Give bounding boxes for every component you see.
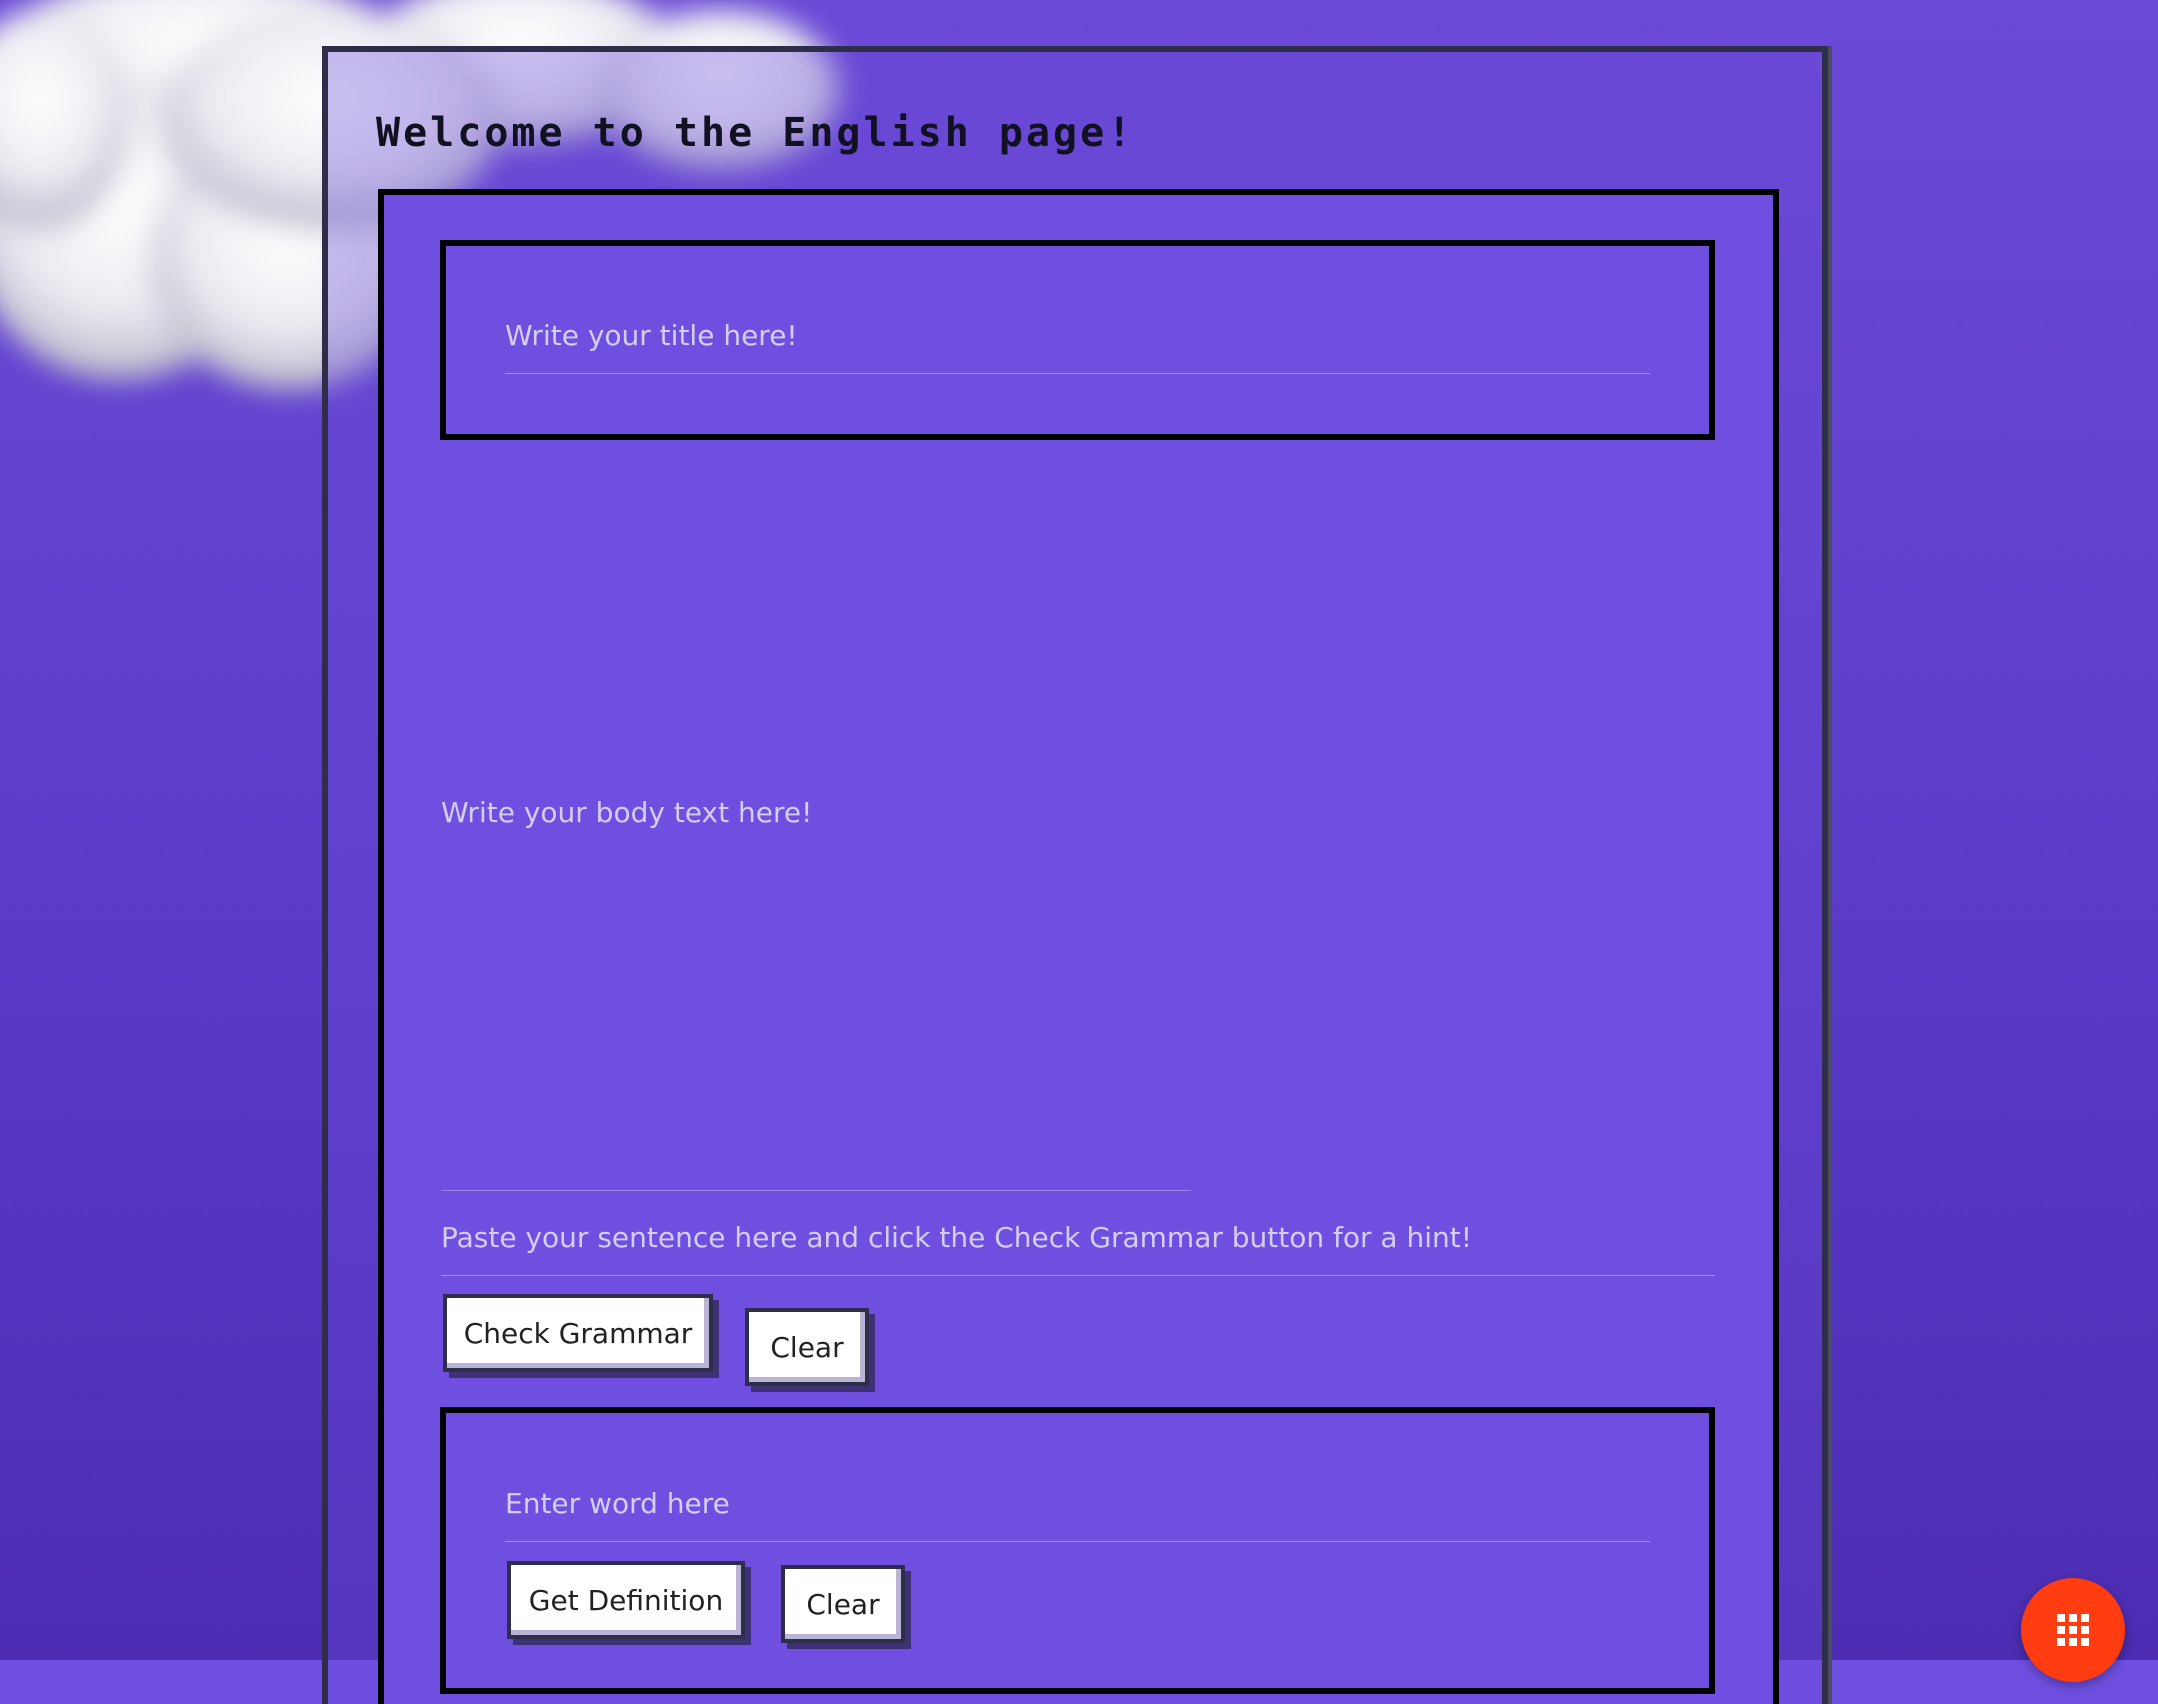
clear-grammar-button[interactable]: Clear <box>745 1308 869 1386</box>
apps-fab-button[interactable] <box>2021 1578 2125 1682</box>
title-input[interactable] <box>505 310 1650 374</box>
body-textarea[interactable] <box>441 445 1191 1191</box>
page-title: Welcome to the English page! <box>376 110 1135 156</box>
apps-grid-icon <box>2057 1614 2089 1646</box>
clear-definition-button[interactable]: Clear <box>781 1565 905 1643</box>
word-input[interactable] <box>505 1478 1650 1542</box>
grammar-input[interactable] <box>441 1212 1715 1276</box>
get-definition-button[interactable]: Get Definition <box>507 1561 745 1639</box>
check-grammar-button[interactable]: Check Grammar <box>443 1294 713 1372</box>
definition-box <box>440 1407 1715 1694</box>
